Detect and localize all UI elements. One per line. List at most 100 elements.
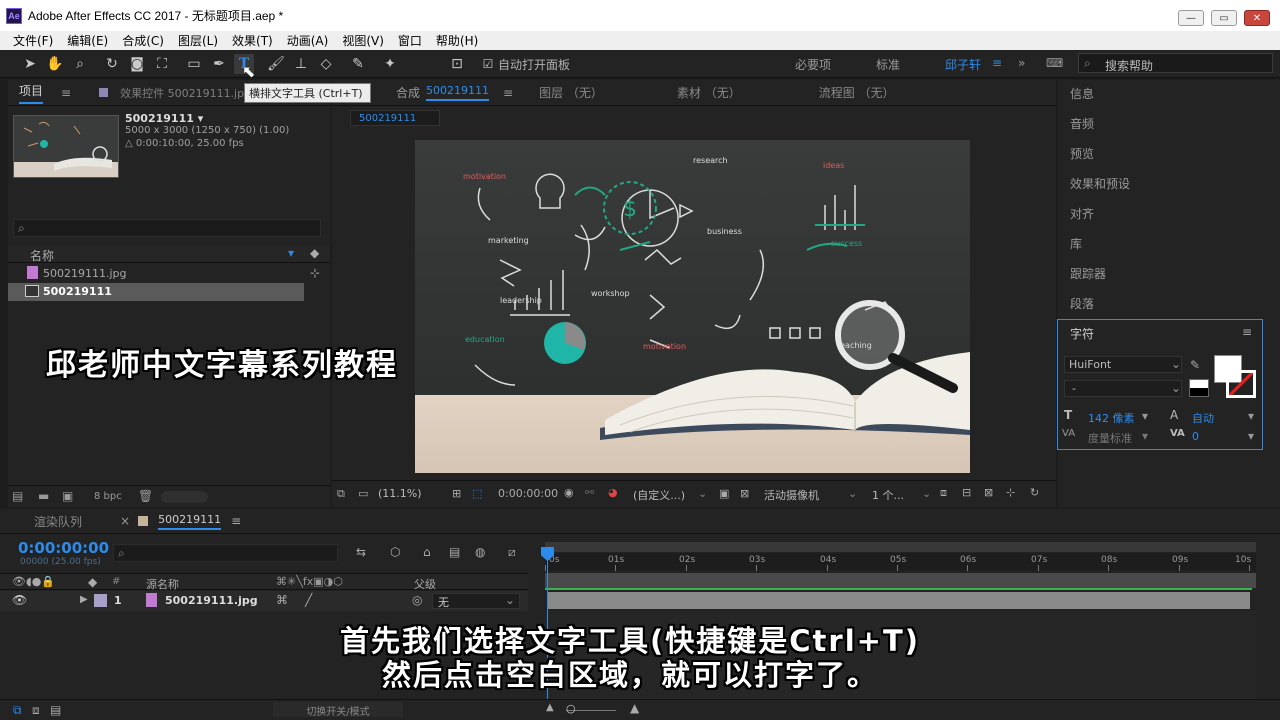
font-size-value[interactable]: 142 像素	[1088, 410, 1135, 426]
panel-libraries[interactable]: 库	[1070, 235, 1082, 252]
expand-modes-icon[interactable]: ▤	[50, 703, 61, 717]
workspace-user[interactable]: 邱子轩	[945, 56, 981, 73]
tracking-value[interactable]: 0	[1192, 430, 1199, 443]
menu-layer[interactable]: 图层(L)	[171, 32, 225, 49]
thumbnail-slider[interactable]	[161, 491, 208, 503]
hand-tool-icon[interactable]: ✋	[45, 54, 65, 74]
mask-vis-icon[interactable]: ⬚	[472, 487, 482, 500]
menu-edit[interactable]: 编辑(E)	[60, 32, 115, 49]
motion-blur-icon[interactable]: ◍	[475, 545, 485, 559]
draft-3d-icon[interactable]: ⬡	[390, 545, 400, 559]
show-snapshot-icon[interactable]: ⚯	[585, 486, 594, 499]
time-ruler[interactable]: 0s 01s 02s 03s 04s 05s 06s 07s 08s 09s 10s	[545, 553, 1256, 571]
comp-menu-icon[interactable]: ≡	[503, 86, 513, 100]
timeline-timecode[interactable]: 0:00:00:00	[18, 539, 109, 557]
label-tag-icon[interactable]: ◆	[310, 246, 319, 260]
reset-exposure-icon[interactable]: ↻	[1030, 486, 1039, 499]
panel-align[interactable]: 对齐	[1070, 205, 1094, 222]
menu-file[interactable]: 文件(F)	[0, 32, 60, 49]
snapping-icon[interactable]: ⊡	[447, 54, 467, 74]
clone-stamp-tool-icon[interactable]: ⊥	[291, 54, 311, 74]
menu-window[interactable]: 窗口	[391, 32, 429, 49]
shy-switch-icon[interactable]: ⌘	[276, 593, 288, 607]
comp-canvas[interactable]: $ motivation research ideas marketing bu…	[415, 140, 970, 473]
project-menu-icon[interactable]: ≡	[61, 86, 71, 100]
snapshot-icon[interactable]: ◉	[564, 486, 574, 499]
fast-preview-icon[interactable]: ⧈	[940, 486, 947, 500]
new-folder-icon[interactable]: ▬	[38, 489, 49, 503]
view-dropdown[interactable]: (自定义...)	[633, 487, 685, 503]
sort-arrow-icon[interactable]: ▾	[288, 246, 294, 260]
auto-open-checkbox[interactable]: ☑	[478, 54, 498, 74]
quality-switch-icon[interactable]: ╱	[305, 593, 312, 607]
layer-label-swatch[interactable]	[94, 594, 107, 607]
monitor-icon[interactable]: ▭	[358, 487, 368, 500]
work-area-bar[interactable]	[545, 542, 1256, 552]
flowchart-icon[interactable]: ⊹	[1006, 486, 1015, 499]
timeline-menu-icon[interactable]: ≡	[231, 514, 241, 528]
workspace-menu-icon[interactable]: ≡	[992, 56, 1002, 70]
tab-footage[interactable]: 素材 （无）	[677, 84, 741, 101]
default-colors-swatch[interactable]	[1189, 379, 1209, 397]
puppet-pin-tool-icon[interactable]: ✦	[380, 54, 400, 74]
expand-switches-icon[interactable]: ⧈	[32, 703, 40, 718]
panel-paragraph[interactable]: 段落	[1070, 295, 1094, 312]
zoom-slider-knob[interactable]: ○	[566, 702, 576, 715]
panel-preview[interactable]: 预览	[1070, 145, 1094, 162]
kerning-value[interactable]: 度量标准	[1088, 430, 1132, 446]
zoom-out-icon[interactable]: ▲	[546, 702, 554, 713]
tab-timeline-comp[interactable]: 500219111	[158, 513, 222, 530]
safe-zones-icon[interactable]: ⊞	[452, 487, 461, 500]
expand-arrow-icon[interactable]: ▶	[80, 594, 88, 605]
panel-audio[interactable]: 音频	[1070, 115, 1094, 132]
new-comp-icon[interactable]: ▣	[62, 489, 73, 503]
workspace-standard[interactable]: 标准	[876, 56, 900, 73]
timeline-search-input[interactable]: ⌕	[113, 544, 338, 562]
camera-dropdown[interactable]: 活动摄像机	[764, 487, 819, 503]
brush-tool-icon[interactable]: 🖌	[266, 54, 286, 74]
comp-breadcrumb[interactable]: 500219111	[350, 110, 440, 126]
current-time[interactable]: 0:00:00:00	[498, 487, 558, 500]
visibility-eye-icon[interactable]: 👁	[12, 593, 27, 607]
close-tab-icon[interactable]: ×	[120, 514, 130, 528]
pen-tool-icon[interactable]: ✒	[209, 54, 229, 74]
tab-effect-controls[interactable]: 效果控件 500219111.jpg	[120, 85, 251, 101]
bit-depth[interactable]: 8 bpc	[94, 491, 122, 502]
minimize-icon[interactable]: —	[1178, 10, 1204, 26]
comp-tab-name[interactable]: 500219111	[426, 84, 490, 101]
region-interest-icon[interactable]: ▣	[719, 487, 729, 500]
col-parent[interactable]: 父级	[414, 576, 436, 592]
comp-button-icon[interactable]: ⧉	[13, 703, 22, 718]
menu-composition[interactable]: 合成(C)	[115, 32, 171, 49]
transparency-grid-icon[interactable]: ⊠	[740, 487, 749, 500]
project-file-row[interactable]: 500219111.jpg ⊹	[8, 265, 330, 283]
selection-tool-icon[interactable]: ➤	[20, 54, 40, 74]
parent-dropdown[interactable]: 无 ⌄	[432, 593, 520, 609]
project-search-input[interactable]: ⌕	[13, 219, 321, 237]
rotate-tool-icon[interactable]: ↻	[102, 54, 122, 74]
workspace-essentials[interactable]: 必要项	[795, 56, 831, 73]
menu-view[interactable]: 视图(V)	[335, 32, 391, 49]
pick-whip-icon[interactable]: ◎	[412, 593, 422, 607]
trash-icon[interactable]: 🗑	[138, 489, 153, 503]
shy-layers-icon[interactable]: ⌂	[423, 545, 431, 559]
tab-layer[interactable]: 图层 （无）	[539, 84, 603, 101]
layer-row[interactable]: 👁 ▶ 1 500219111.jpg ⌘ ╱ ◎ 无 ⌄	[0, 591, 528, 611]
zoom-dropdown[interactable]: (11.1%)	[378, 487, 422, 500]
panel-info[interactable]: 信息	[1070, 85, 1094, 102]
graph-editor-icon[interactable]: ⧄	[508, 545, 516, 560]
interpret-footage-icon[interactable]: ▤	[12, 489, 23, 503]
leading-value[interactable]: 自动	[1192, 410, 1214, 426]
panel-tracker[interactable]: 跟踪器	[1070, 265, 1106, 282]
tab-flowchart[interactable]: 流程图 （无）	[819, 84, 895, 101]
tab-composition[interactable]: 合成	[396, 84, 420, 101]
maximize-icon[interactable]: ▭	[1211, 10, 1237, 26]
roto-brush-tool-icon[interactable]: ✎	[348, 54, 368, 74]
layer-duration-bar[interactable]	[548, 592, 1250, 609]
views-dropdown[interactable]: 1 个...	[872, 487, 904, 503]
eraser-tool-icon[interactable]: ◇	[316, 54, 336, 74]
timeline-icon[interactable]: ⊠	[984, 486, 993, 499]
toggle-pixel-icon[interactable]: ⊟	[962, 486, 971, 499]
col-source-name[interactable]: 源名称	[146, 576, 179, 592]
eyedropper-icon[interactable]: ✎	[1190, 358, 1200, 372]
